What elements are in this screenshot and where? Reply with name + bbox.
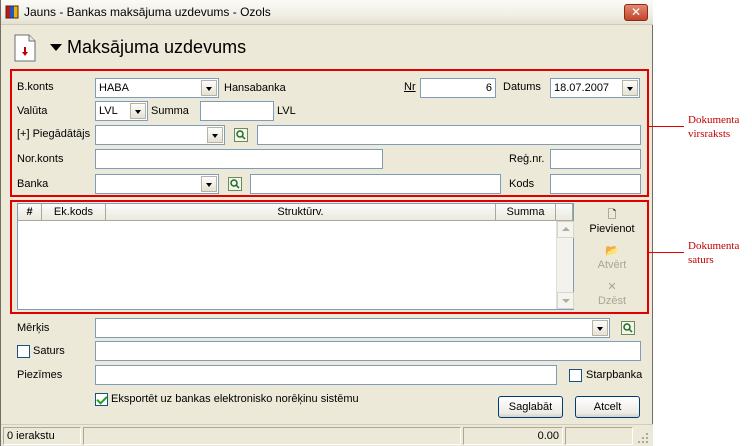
summa-field[interactable] (200, 101, 274, 121)
delete-icon: ✕ (607, 281, 617, 293)
valuta-label: Valūta (17, 105, 48, 117)
export-checkbox[interactable] (95, 393, 108, 406)
chevron-down-icon[interactable] (201, 80, 217, 96)
saturs-field[interactable] (95, 341, 641, 361)
reg-nr-field[interactable] (550, 149, 641, 169)
page-title: Maksājuma uzdevums (67, 37, 247, 57)
b-konts-label: B.konts (17, 81, 54, 93)
header-annotation-line (648, 126, 684, 127)
summa-label: Summa (151, 105, 189, 117)
app-book-icon (5, 5, 19, 19)
cancel-button[interactable]: Atcelt (575, 396, 640, 418)
delete-button-label: Dzēst (597, 295, 627, 307)
new-document-icon: 🗋 (607, 209, 617, 221)
add-button-label: Pievienot (589, 223, 635, 235)
delete-button[interactable]: ✕ Dzēst (581, 281, 643, 307)
chevron-down-icon[interactable] (622, 80, 638, 96)
vertical-scrollbar[interactable] (556, 221, 574, 309)
record-count: 0 ierakstu (3, 427, 81, 445)
column-header-number[interactable]: # (18, 204, 42, 221)
chevron-down-icon[interactable] (592, 320, 608, 336)
starpbanka-checkbox[interactable] (569, 369, 582, 382)
summa-currency: LVL (277, 105, 296, 117)
lookup-icon[interactable] (228, 177, 242, 191)
nr-field[interactable]: 6 (420, 78, 496, 98)
column-header-strukturv[interactable]: Struktūrv. (106, 204, 496, 221)
column-header-filler (556, 204, 573, 221)
banka-name-field[interactable] (250, 174, 501, 194)
banka-select[interactable] (95, 174, 219, 194)
datums-label: Datums (503, 81, 541, 93)
nr-label: Nr (404, 81, 416, 93)
b-konts-select[interactable]: HABA (95, 78, 219, 98)
status-middle (83, 427, 461, 445)
title-bar[interactable]: Jauns - Bankas maksājuma uzdevums - Ozol… (1, 0, 653, 25)
status-bar: 0 ierakstu 0.00 (1, 424, 653, 446)
lookup-icon[interactable] (234, 128, 248, 142)
merkis-label: Mērķis (17, 322, 50, 334)
reg-nr-label: Reģ.nr. (509, 153, 545, 165)
kods-label: Kods (509, 178, 535, 190)
piegadatajs-select[interactable] (95, 125, 225, 145)
piezimes-field[interactable] (95, 365, 557, 385)
add-button[interactable]: 🗋 Pievienot (581, 209, 643, 235)
chevron-down-icon[interactable] (130, 103, 146, 119)
items-table[interactable]: # Ek.kods Struktūrv. Summa (17, 203, 574, 310)
starpbanka-label: Starpbanka (586, 369, 643, 381)
resize-grip-icon[interactable] (636, 431, 650, 445)
open-button-label: Atvērt (597, 259, 627, 271)
valuta-select[interactable]: LVL (95, 101, 148, 121)
chevron-down-icon[interactable] (207, 127, 223, 143)
chevron-down-icon[interactable] (201, 176, 217, 192)
open-folder-icon: 📂 (605, 245, 619, 257)
piezimes-label: Piezīmes (17, 369, 63, 381)
scroll-down-button[interactable] (557, 292, 574, 309)
saturs-label: Saturs (33, 345, 65, 357)
banka-label: Banka (17, 178, 49, 190)
lookup-icon[interactable] (621, 321, 635, 335)
scroll-up-button[interactable] (557, 221, 574, 238)
column-header-ek-kods[interactable]: Ek.kods (42, 204, 106, 221)
nor-konts-field[interactable] (95, 149, 383, 169)
content-annotation: Dokumenta saturs (688, 240, 740, 266)
nor-konts-label: Nor.konts (17, 153, 64, 165)
status-total: 0.00 (463, 427, 563, 445)
column-header-summa[interactable]: Summa (496, 204, 556, 221)
piegadatajs-label: [+] Piegādātājs (17, 128, 91, 140)
merkis-select[interactable] (95, 318, 610, 338)
status-extra (565, 427, 633, 445)
bank-name-field: Hansabanka (220, 78, 400, 98)
piegadatajs-name-field[interactable] (257, 125, 641, 145)
open-button[interactable]: 📂 Atvērt (581, 245, 643, 271)
save-button[interactable]: Saglabāt (498, 396, 563, 418)
datums-select[interactable]: 18.07.2007 (550, 78, 640, 98)
kods-field[interactable] (550, 174, 641, 194)
document-icon (14, 34, 36, 62)
content-annotation-line (648, 252, 684, 253)
chevron-down-icon[interactable] (50, 44, 62, 51)
app-window: Jauns - Bankas maksājuma uzdevums - Ozol… (0, 0, 653, 446)
export-label: Eksportēt uz bankas elektronisko norēķin… (111, 393, 359, 405)
window-title: Jauns - Bankas maksājuma uzdevums - Ozol… (24, 5, 271, 19)
header-annotation: Dokumenta virsraksts (688, 114, 740, 140)
close-button[interactable]: ✕ (624, 4, 648, 21)
saturs-checkbox[interactable] (17, 345, 30, 358)
